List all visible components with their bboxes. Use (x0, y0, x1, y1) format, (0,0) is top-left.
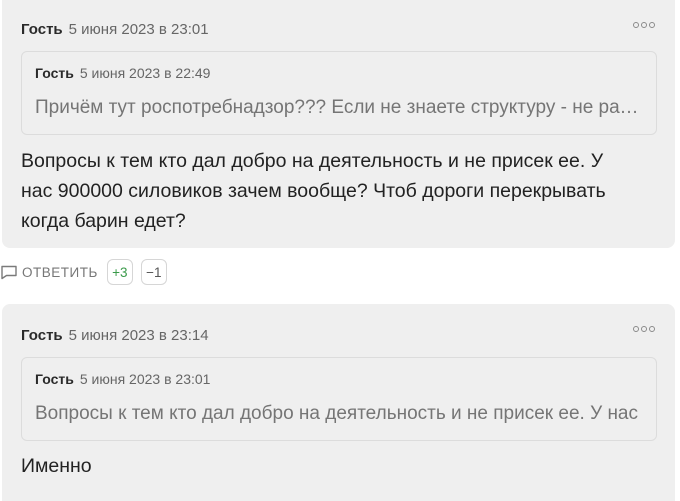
comment-author[interactable]: Гость (21, 327, 63, 344)
comment-text-line: когда барин едет? (21, 210, 186, 232)
upvote-button[interactable]: +3 (106, 259, 133, 285)
comment-date: 5 июня 2023 в 23:14 (68, 327, 209, 344)
quote-meta: Гость 5 июня 2023 в 23:01 (35, 371, 210, 387)
quoted-comment[interactable]: Гость 5 июня 2023 в 23:01 Вопросы к тем к… (21, 357, 657, 441)
quote-author: Гость (35, 65, 74, 81)
comment-author[interactable]: Гость (21, 21, 63, 38)
comment-text-line: Именно (21, 455, 92, 477)
quote-date: 5 июня 2023 в 23:01 (79, 371, 211, 387)
comment-text: Вопросы к тем кто дал добро на деятельно… (21, 146, 606, 236)
comment-text-line: нас 900000 силовиков зачем вообще? Чтоб … (21, 180, 606, 202)
speech-bubble-icon (0, 264, 18, 280)
downvote-button[interactable]: −1 (140, 259, 167, 285)
reply-button[interactable]: ОТВЕТИТЬ (0, 264, 98, 280)
comment-text: Именно (21, 451, 92, 481)
quoted-comment[interactable]: Гость 5 июня 2023 в 22:49 Причём тут росп… (21, 51, 657, 135)
quote-author: Гость (35, 371, 74, 387)
more-dots-icon[interactable] (633, 22, 655, 28)
quote-meta: Гость 5 июня 2023 в 22:49 (35, 65, 210, 81)
comment-date: 5 июня 2023 в 23:01 (68, 21, 209, 38)
comment-meta: Гость 5 июня 2023 в 23:01 (21, 21, 209, 39)
reply-label: ОТВЕТИТЬ (22, 264, 98, 280)
quote-text: Причём тут роспотребнадзор??? Если не зн… (35, 97, 640, 118)
comment-text-line: Вопросы к тем кто дал добро на деятельно… (21, 150, 604, 172)
quote-date: 5 июня 2023 в 22:49 (79, 65, 211, 81)
quote-text: Вопросы к тем кто дал добро на деятельно… (35, 403, 638, 424)
comment-card: Гость 5 июня 2023 в 23:14 Гость 5 июня 202… (2, 304, 675, 501)
comment-meta: Гость 5 июня 2023 в 23:14 (21, 327, 209, 345)
comment-actions: ОТВЕТИТЬ +3 −1 (0, 257, 167, 287)
comment-card: Гость 5 июня 2023 в 23:01 Гость 5 июня 202… (2, 0, 675, 248)
more-dots-icon[interactable] (633, 326, 655, 332)
